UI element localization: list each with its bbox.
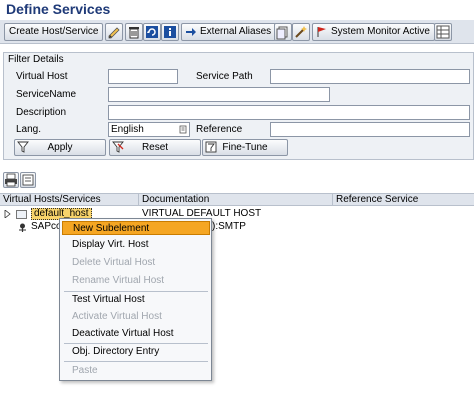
refresh-icon[interactable]: [143, 23, 161, 41]
fine-tune-button[interactable]: Fine-Tune: [202, 139, 288, 156]
folder-icon: [16, 210, 27, 219]
menu-item-deactivate-virtual-host[interactable]: Deactivate Virtual Host: [62, 327, 210, 341]
reference-label: Reference: [196, 124, 243, 135]
menu-item-activate-virtual-host[interactable]: Activate Virtual Host: [62, 310, 210, 324]
info-icon[interactable]: [161, 23, 179, 41]
tree-item-doc: ):SMTP: [212, 221, 246, 232]
lang-select[interactable]: English: [108, 122, 190, 137]
arrow-right-icon: [186, 28, 196, 36]
column-documentation[interactable]: Documentation: [139, 194, 333, 206]
virtual-host-input[interactable]: [108, 69, 178, 84]
lang-label: Lang.: [16, 124, 42, 135]
tree-item-sapco[interactable]: SAPco: [31, 221, 59, 233]
context-menu: New Subelement Display Virt. Host Delete…: [59, 218, 212, 381]
service-name-label: ServiceName: [16, 89, 77, 100]
magic-wand-icon[interactable]: [292, 23, 310, 41]
external-aliases-button[interactable]: External Aliases: [181, 23, 277, 41]
description-label: Description: [16, 107, 67, 118]
reset-button[interactable]: Reset: [109, 139, 201, 156]
filter-details-title: Filter Details: [8, 54, 64, 65]
service-path-input[interactable]: [270, 69, 470, 84]
apply-button[interactable]: Apply: [14, 139, 106, 156]
tree-toolbar: [3, 172, 37, 190]
find-icon[interactable]: [20, 172, 36, 188]
create-host-service-button[interactable]: Create Host/Service: [4, 23, 104, 41]
menu-item-delete-virtual-host[interactable]: Delete Virtual Host: [62, 256, 210, 270]
print-icon[interactable]: [3, 172, 19, 188]
service-node-icon: [19, 223, 26, 232]
menu-item-rename-virtual-host[interactable]: Rename Virtual Host: [62, 274, 210, 288]
expand-arrow-icon[interactable]: [4, 210, 11, 218]
edit-pencil-icon[interactable]: [105, 23, 123, 41]
column-virtual-hosts[interactable]: Virtual Hosts/Services: [0, 194, 139, 206]
column-reference-service[interactable]: Reference Service: [333, 194, 474, 206]
monitor-flag-icon: [317, 27, 326, 37]
document-icon[interactable]: [274, 23, 292, 41]
f4-help-icon: [179, 125, 187, 134]
application-toolbar: Create Host/Service External Aliases Sys…: [0, 20, 474, 44]
system-monitor-active-button[interactable]: System Monitor Active: [312, 23, 435, 41]
menu-item-display-virt-host[interactable]: Display Virt. Host: [62, 238, 210, 252]
menu-separator: [64, 291, 208, 292]
grid-settings-icon[interactable]: [434, 23, 452, 41]
service-name-input[interactable]: [108, 87, 330, 102]
delete-trash-icon[interactable]: [125, 23, 143, 41]
service-path-label: Service Path: [196, 71, 253, 82]
menu-item-new-subelement[interactable]: New Subelement: [62, 221, 210, 235]
menu-item-test-virtual-host[interactable]: Test Virtual Host: [62, 293, 210, 307]
page-title: Define Services: [6, 1, 111, 17]
description-input[interactable]: [108, 105, 470, 120]
menu-item-paste[interactable]: Paste: [62, 364, 210, 378]
filter-details-panel: Filter Details Virtual Host Service Path…: [3, 52, 474, 160]
menu-item-obj-directory-entry[interactable]: Obj. Directory Entry: [62, 345, 210, 359]
menu-separator: [64, 343, 208, 344]
reference-input[interactable]: [270, 122, 470, 137]
virtual-host-label: Virtual Host: [16, 71, 68, 82]
menu-separator: [64, 361, 208, 362]
tree-column-header: Virtual Hosts/Services Documentation Ref…: [0, 193, 474, 206]
